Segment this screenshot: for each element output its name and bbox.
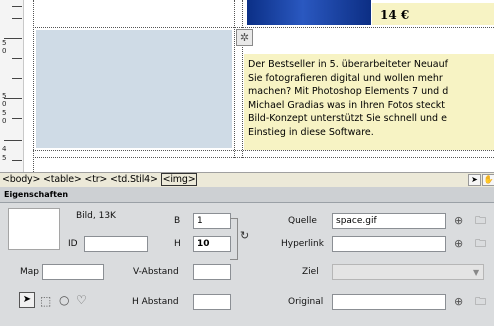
ruler-tick (12, 6, 22, 7)
original-label: Original (288, 297, 324, 307)
vertical-ruler: 5 0 5 0 5 0 4 5 (0, 0, 24, 172)
ruler-tick (4, 140, 22, 141)
browse-folder-icon[interactable]: 🗀 (475, 296, 486, 308)
tab-properties[interactable]: Eigenschaften (4, 190, 68, 199)
table-row-border (33, 150, 494, 151)
ruler-tick (12, 18, 22, 19)
hspace-label: H Abstand (132, 297, 179, 307)
table-border-middle (234, 0, 235, 158)
description-line: Bild-Konzept unterstützt Sie schnell und… (248, 113, 447, 124)
id-label: ID (68, 239, 78, 249)
id-field[interactable] (84, 236, 148, 252)
tag-img-selected[interactable]: <img> (160, 173, 198, 186)
point-to-file-icon[interactable]: ⊕ (454, 296, 463, 308)
price-text: 14 € (380, 8, 410, 22)
ruler-number: 5 (2, 39, 7, 47)
ruler-tick (12, 78, 22, 79)
point-to-file-icon[interactable]: ⊕ (454, 238, 463, 250)
description-line: Der Bestseller in 5. überarbeiteter Neua… (248, 59, 448, 70)
rectangle-hotspot-icon[interactable]: ⬚ (40, 295, 51, 307)
ruler-number: 5 (2, 154, 7, 162)
vspace-label: V-Abstand (133, 267, 179, 277)
table-row-border (33, 157, 494, 158)
ruler-tick (12, 58, 22, 59)
pointer-hotspot-icon[interactable]: ➤ (19, 292, 35, 308)
height-field[interactable]: 10 (193, 236, 231, 252)
description-text-cell[interactable]: Der Bestseller in 5. überarbeiteter Neua… (244, 54, 494, 150)
map-label: Map (20, 267, 39, 277)
ruler-number: 0 (2, 117, 7, 125)
ruler-number: 4 (2, 145, 7, 153)
ruler-tick (12, 118, 22, 119)
ruler-tick (4, 38, 22, 39)
table-row-border (33, 27, 494, 28)
map-field[interactable] (42, 264, 104, 280)
ruler-number: 0 (2, 47, 7, 55)
circle-hotspot-icon[interactable]: ○ (59, 294, 69, 306)
link-label: Hyperlink (281, 239, 324, 249)
ruler-number: 0 (2, 100, 7, 108)
ruler-tick (12, 160, 22, 161)
ruler-number: 5 (2, 109, 7, 117)
description-line: Michael Gradias was in Ihren Fotos steck… (248, 99, 446, 111)
ruler-tick (4, 98, 22, 99)
vspace-field[interactable] (193, 264, 231, 280)
size-link-bracket (230, 218, 238, 260)
image-placeholder-icon[interactable]: ✲ (236, 29, 253, 46)
book-cover-image[interactable] (247, 0, 371, 25)
image-preview-thumbnail (8, 208, 60, 250)
width-field[interactable]: 1 (193, 213, 231, 229)
source-field[interactable]: space.gif (332, 213, 446, 229)
description-line: Einstieg in diese Software. (248, 126, 374, 138)
description-line: machen? Mit Photoshop Elements 7 und d (248, 86, 449, 97)
design-canvas[interactable]: 5 0 5 0 5 0 4 5 14 € ✲ Der Bestseller in… (0, 0, 494, 172)
hspace-field[interactable] (193, 294, 231, 310)
original-field[interactable] (332, 294, 446, 310)
link-field[interactable] (332, 236, 446, 252)
table-border-inner (242, 0, 243, 158)
table-border-left (33, 0, 34, 172)
tag-selector-bar: <body> <table> <tr> <td.Stil4> <img> ➤ ✋ (0, 172, 494, 187)
select-tool-icon[interactable]: ➤ (468, 174, 481, 186)
table-cell-blue[interactable] (36, 30, 232, 148)
hand-tool-icon[interactable]: ✋ (482, 174, 494, 186)
width-label: B (174, 216, 181, 226)
target-label: Ziel (302, 267, 319, 277)
point-to-file-icon[interactable]: ⊕ (454, 215, 463, 227)
image-summary: Bild, 13K (76, 211, 116, 221)
height-label: H (174, 239, 181, 249)
tag-path[interactable]: <body> <table> <tr> <td.Stil4> <img> (2, 173, 198, 186)
browse-folder-icon[interactable]: 🗀 (475, 238, 486, 250)
source-label: Quelle (288, 216, 317, 226)
browse-folder-icon[interactable]: 🗀 (475, 215, 486, 227)
tag-path-parents[interactable]: <body> <table> <tr> <td.Stil4> (2, 174, 161, 185)
description-line: Sie fotografieren digital und wollen meh… (248, 72, 443, 84)
target-select[interactable] (332, 264, 484, 280)
ruler-number: 5 (2, 92, 7, 100)
dropdown-arrow-icon[interactable]: ▼ (473, 267, 479, 279)
panel-header[interactable]: Eigenschaften (0, 187, 494, 203)
refresh-size-icon[interactable]: ↻ (240, 229, 249, 242)
polygon-hotspot-icon[interactable]: ♡ (76, 294, 87, 306)
